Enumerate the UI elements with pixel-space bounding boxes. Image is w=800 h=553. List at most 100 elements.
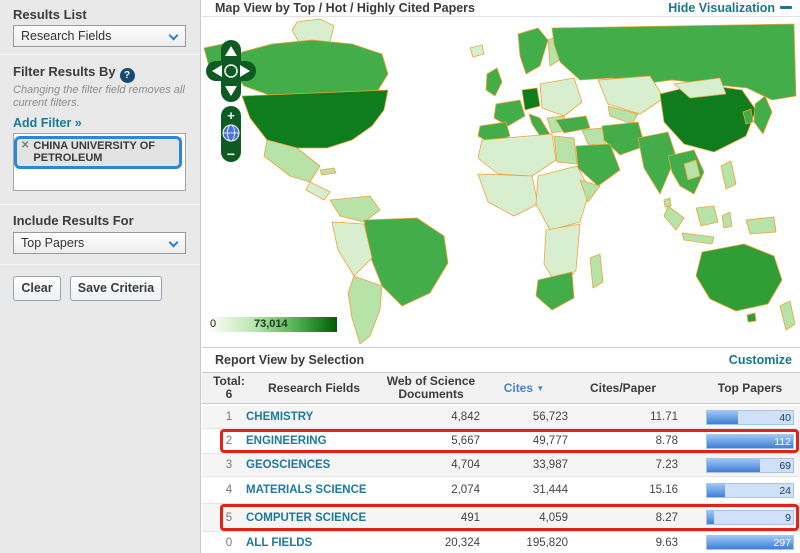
clear-button[interactable]: Clear [13,276,61,301]
active-filters-list: ✕ CHINA UNIVERSITY OF PETROLEUM [13,133,186,191]
map-region-sri-lanka [664,198,671,207]
map-region-japan [754,96,772,134]
map-region-australia [696,244,782,311]
top-papers-bar: 40 [706,410,794,425]
total-column-header: Total: 6 [212,375,246,401]
cites-per-paper-value: 7.23 [568,459,678,471]
zoom-out-button[interactable]: − [227,146,235,162]
cites-value: 31,444 [480,484,568,496]
chevron-down-icon [169,31,179,41]
esi-application-window: Results List Research Fields Filter Resu… [0,0,800,553]
research-field-link[interactable]: ENGINEERING [246,435,327,447]
cites-value: 4,059 [480,512,568,524]
research-field-link[interactable]: GEOSCIENCES [246,459,330,471]
research-field-link[interactable]: COMPUTER SCIENCE [246,512,366,524]
map-region-france [494,100,525,126]
map-region-madagascar [590,254,603,288]
map-region-east-europe [540,78,582,116]
docs-value: 491 [382,512,480,524]
save-criteria-button[interactable]: Save Criteria [70,276,162,301]
map-region-borneo [696,206,718,226]
filter-tag[interactable]: ✕ CHINA UNIVERSITY OF PETROLEUM [17,137,182,167]
include-results-label: Include Results For [13,213,134,228]
results-list-dropdown[interactable]: Research Fields [13,25,186,47]
research-field-link[interactable]: MATERIALS SCIENCE [246,484,367,496]
filter-tag-label: CHINA UNIVERSITY OF PETROLEUM [33,140,178,164]
top-papers-value: 69 [779,460,791,472]
docs-value: 4,842 [382,411,480,423]
map-region-north-africa [478,134,556,176]
choropleth-map-canvas[interactable] [202,18,800,347]
map-region-java [682,233,714,244]
map-region-uk [486,68,502,96]
map-region-tasmania [747,313,756,322]
docs-value: 20,324 [382,537,480,549]
world-map-visualization: + − 0 73,014 [202,18,800,347]
minus-icon [780,6,792,9]
cites-value: 56,723 [480,411,568,423]
docs-value: 4,704 [382,459,480,471]
pan-center-icon[interactable] [225,65,237,77]
include-results-dropdown-value: Top Papers [21,236,84,250]
sidebar-divider [0,54,200,55]
row-rank: 2 [212,435,246,447]
report-table-body: 1CHEMISTRY4,84256,72311.71402ENGINEERING… [202,406,800,553]
map-region-philippines [721,161,736,189]
docs-value: 2,074 [382,484,480,496]
zoom-in-button[interactable]: + [227,108,235,123]
report-header: Report View by Selection Customize [202,348,800,372]
sort-descending-icon: ▼ [536,382,544,395]
map-region-argentina-chile [348,276,382,344]
map-region-germany [522,88,540,110]
map-region-egypt [554,136,577,164]
sidebar-divider [0,204,200,205]
row-rank: 3 [212,459,246,471]
help-icon[interactable]: ? [120,68,135,83]
cites-per-paper-value: 15.16 [568,484,678,496]
map-region-cuba [320,168,336,175]
top-papers-bar: 24 [706,483,794,498]
top-papers-value: 112 [774,436,791,448]
cites-column-header[interactable]: Cites ▼ [480,382,568,395]
top-papers-column-header: Top Papers [706,382,794,395]
remove-filter-icon[interactable]: ✕ [21,140,29,164]
row-rank: 5 [212,512,246,524]
map-region-scandinavia [518,28,548,74]
cites-per-paper-value: 11.71 [568,411,678,423]
add-filter-link[interactable]: Add Filter » [13,116,82,130]
legend-max-value: 73,014 [254,318,288,330]
chevron-down-icon [169,238,179,248]
filter-note-text: Changing the filter field removes all cu… [13,84,189,110]
results-list-label: Results List [13,7,87,22]
table-row: 2ENGINEERING5,66749,7778.78112 [202,429,800,454]
report-title: Report View by Selection [215,353,364,367]
map-view-title: Map View by Top / Hot / Highly Cited Pap… [215,1,475,15]
table-row: 1CHEMISTRY4,84256,72311.7140 [202,406,800,429]
research-field-link[interactable]: CHEMISTRY [246,411,313,423]
map-region-central-america [306,182,330,200]
docs-value: 5,667 [382,435,480,447]
map-region-kazakhstan [598,76,664,114]
customize-link[interactable]: Customize [729,353,792,367]
sidebar: Results List Research Fields Filter Resu… [0,0,201,553]
map-region-sumatra [664,206,684,230]
hide-visualization-link[interactable]: Hide Visualization [668,1,792,15]
cites-per-paper-value: 8.78 [568,435,678,447]
cites-per-paper-value: 9.63 [568,537,678,549]
top-papers-value: 24 [779,485,791,497]
research-field-link[interactable]: ALL FIELDS [246,537,312,549]
include-results-dropdown[interactable]: Top Papers [13,232,186,254]
map-region-west-africa [478,174,538,216]
map-region-new-guinea [746,217,776,234]
top-papers-bar-fill [707,484,725,497]
legend-min-value: 0 [210,318,216,330]
table-row: 3GEOSCIENCES4,70433,9877.2369 [202,454,800,477]
row-rank: 4 [212,484,246,496]
table-row: 0ALL FIELDS20,324195,8209.63297 [202,532,800,553]
map-controls: + − [206,40,258,164]
results-list-dropdown-value: Research Fields [21,29,111,43]
top-papers-bar: 297 [706,535,794,550]
row-rank: 0 [212,537,246,549]
report-table-header: Total: 6 Research Fields Web of Science … [202,372,800,404]
map-region-iceland [470,45,484,57]
